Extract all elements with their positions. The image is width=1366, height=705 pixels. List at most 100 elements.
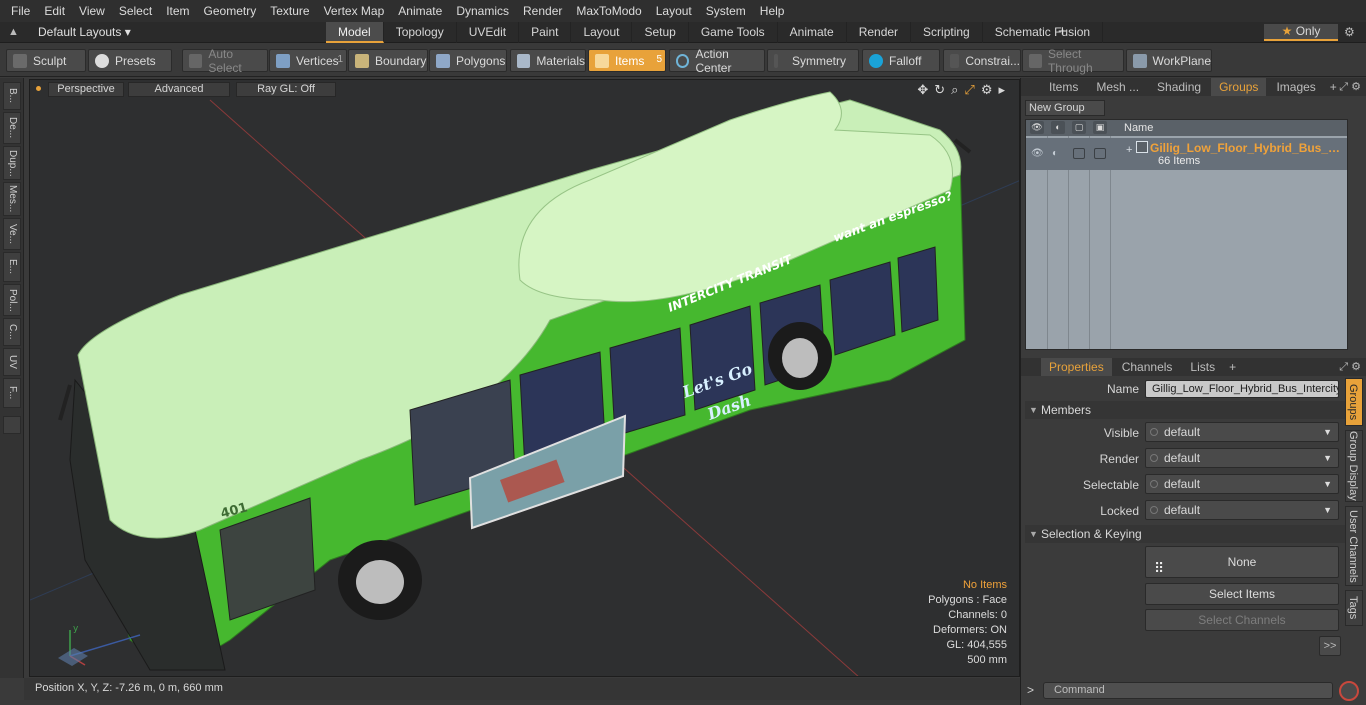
menu-texture[interactable]: Texture [263,0,316,22]
vertices-button[interactable]: Vertices 1 [269,49,347,72]
action-center-button[interactable]: Action Center [669,47,765,75]
tab-model[interactable]: Model [326,22,384,43]
group-name[interactable]: Gillig_Low_Floor_Hybrid_Bus_In... [1150,141,1342,155]
tab-animate[interactable]: Animate [778,22,847,43]
3d-viewport[interactable]: 401 INTERCITY TRANSIT Let's Go Dash want… [29,79,1020,677]
group-row[interactable]: 👁 ◐ + Gillig_Low_Floor_Hybrid_Bus_In... … [1026,138,1347,170]
polygons-button[interactable]: Polygons [429,49,507,72]
tab-paint[interactable]: Paint [519,22,572,43]
perspective-dropdown[interactable]: Perspective [48,82,124,97]
tab-layout[interactable]: Layout [571,22,633,43]
items-button[interactable]: Items 5 [588,49,666,72]
name-column-header[interactable]: Name [1124,122,1153,134]
tab-channels[interactable]: Channels [1114,358,1181,376]
row-visibility-eye-icon[interactable]: 👁 [1031,148,1044,159]
new-group-button[interactable]: New Group [1025,100,1105,116]
menu-animate[interactable]: Animate [391,0,449,22]
vtab-tags[interactable]: Tags [1345,590,1363,626]
selection-keying-section[interactable]: ▼ Selection & Keying [1025,525,1345,543]
add-tab-plus-icon[interactable]: + [1058,23,1067,40]
left-tab-uv[interactable]: UV [3,348,21,376]
constraints-button[interactable]: Constrai... [943,49,1021,72]
boundary-button[interactable]: Boundary [348,49,428,72]
maximize-view-icon[interactable]: ⤢ [964,82,974,98]
viewport-menu-dot-icon[interactable] [36,86,41,91]
tab-schematic-fusion[interactable]: Schematic Fusion [983,22,1104,43]
menu-system[interactable]: System [699,0,753,22]
add-properties-tab-icon[interactable]: + [1229,358,1236,376]
left-tab-extra[interactable] [3,416,21,434]
vtab-user-channels[interactable]: User Channels [1345,506,1363,586]
record-macro-icon[interactable] [1339,681,1359,701]
rotate-view-icon[interactable]: ↻ [934,82,945,98]
tab-topology[interactable]: Topology [384,22,457,43]
left-tab-e[interactable]: E... [3,252,21,282]
vtab-groups[interactable]: Groups [1345,378,1363,426]
menu-file[interactable]: File [4,0,37,22]
left-tab-dup[interactable]: Dup... [3,146,21,180]
left-tab-mes[interactable]: Mes... [3,182,21,216]
menu-edit[interactable]: Edit [37,0,72,22]
members-section[interactable]: ▼ Members [1025,401,1345,419]
symmetry-button[interactable]: Symmetry [767,49,859,72]
menu-maxtomodo[interactable]: MaxToModo [569,0,648,22]
command-input[interactable]: Command [1043,682,1333,699]
raygl-dropdown[interactable]: Ray GL: Off [236,82,336,97]
tab-scripting[interactable]: Scripting [911,22,983,43]
tab-groups[interactable]: Groups [1211,78,1267,96]
menu-vertex-map[interactable]: Vertex Map [317,0,392,22]
keying-none-button[interactable]: ⠿ None [1145,546,1339,578]
default-layouts-dropdown[interactable]: Default Layouts ▾ [38,25,131,39]
left-tab-de[interactable]: De... [3,112,21,144]
panel-options-icons[interactable]: ⤢ ⚙ [1339,80,1361,94]
row-lock-checkbox[interactable] [1073,148,1085,159]
select-column-icon[interactable]: ▣ [1093,121,1107,134]
row-select-checkbox[interactable] [1094,148,1106,159]
only-toggle[interactable]: ★ Only [1264,24,1338,41]
tab-game-tools[interactable]: Game Tools [689,22,778,43]
menu-item[interactable]: Item [159,0,196,22]
tab-render[interactable]: Render [847,22,912,43]
more-button[interactable]: >> [1319,636,1341,656]
menu-view[interactable]: View [72,0,112,22]
tab-lists[interactable]: Lists [1182,358,1223,376]
add-panel-tab-icon[interactable]: + [1330,78,1337,96]
left-tab-b[interactable]: B... [3,82,21,110]
left-tab-ve[interactable]: Ve... [3,218,21,250]
left-tab-f[interactable]: F... [3,378,21,408]
tab-uvedit[interactable]: UVEdit [457,22,520,43]
tab-properties[interactable]: Properties [1041,358,1112,376]
menu-help[interactable]: Help [753,0,792,22]
tab-shading[interactable]: Shading [1149,78,1209,96]
presets-button[interactable]: Presets [88,49,172,72]
locked-dropdown[interactable]: default ▼ [1145,500,1339,520]
viewport-expand-arrow-icon[interactable]: ▸ [998,82,1005,98]
workplane-button[interactable]: WorkPlane [1126,49,1212,72]
viewport-gear-icon[interactable]: ⚙ [981,82,993,98]
advanced-dropdown[interactable]: Advanced [128,82,230,97]
select-items-button[interactable]: Select Items [1145,583,1339,605]
selectable-dropdown[interactable]: default ▼ [1145,474,1339,494]
properties-options-icons[interactable]: ⤢ ⚙ [1339,360,1361,374]
lock-column-icon[interactable]: ▢ [1072,121,1086,134]
tab-images[interactable]: Images [1268,78,1323,96]
row-render-icon[interactable]: ◐ [1052,148,1064,159]
collapse-arrow-icon[interactable]: ▲ [8,26,19,38]
visible-dropdown[interactable]: default ▼ [1145,422,1339,442]
vtab-group-display[interactable]: Group Display [1345,430,1363,502]
render-column-icon[interactable]: ◐ [1051,121,1065,134]
tab-setup[interactable]: Setup [632,22,689,43]
tab-items[interactable]: Items [1041,78,1086,96]
left-tab-pol[interactable]: Pol... [3,284,21,316]
tab-mesh[interactable]: Mesh ... [1088,78,1147,96]
left-tab-c[interactable]: C... [3,318,21,346]
expand-plus-icon[interactable]: + [1126,144,1132,156]
auto-select-button[interactable]: Auto Select [182,47,268,75]
render-dropdown[interactable]: default ▼ [1145,448,1339,468]
move-view-icon[interactable]: ✥ [917,82,928,98]
menu-layout[interactable]: Layout [649,0,699,22]
menu-geometry[interactable]: Geometry [197,0,264,22]
select-through-button[interactable]: Select Through [1022,47,1124,75]
visibility-eye-icon[interactable]: 👁 [1030,121,1044,134]
falloff-button[interactable]: Falloff [862,49,940,72]
